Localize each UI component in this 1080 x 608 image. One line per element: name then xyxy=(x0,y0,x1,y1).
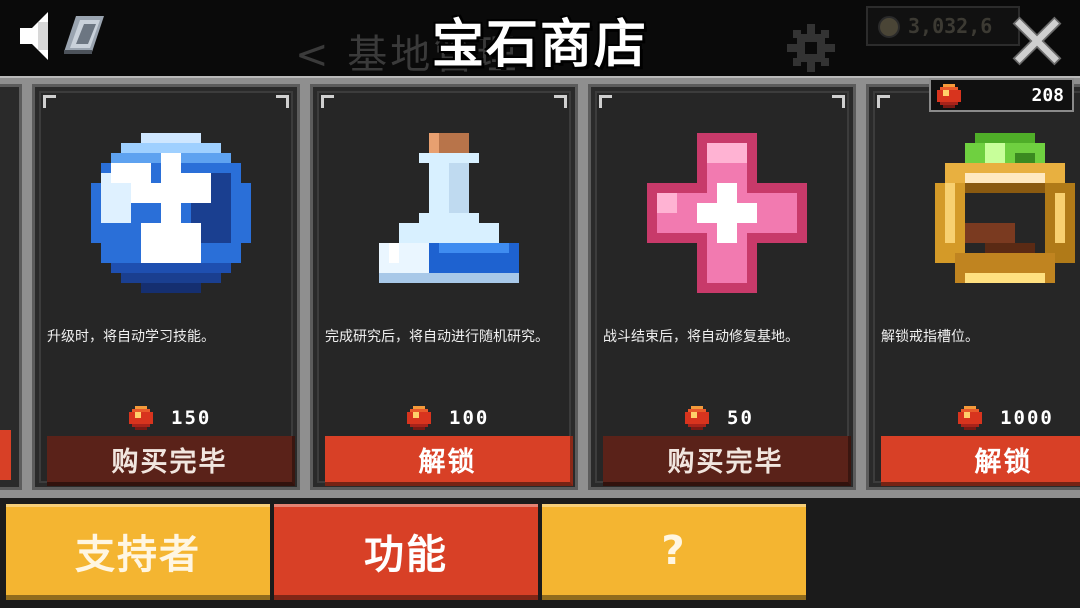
item-price: 50 xyxy=(727,407,754,429)
tab-features[interactable]: 功能 xyxy=(274,504,538,600)
header-bar: < 基地管理 3,032,6 宝石商店 xyxy=(0,0,1080,78)
card-corner-ornament xyxy=(832,95,845,108)
card-corner-ornament xyxy=(554,95,567,108)
card-corner-ornament xyxy=(43,95,56,108)
purchased-button[interactable]: 购买完毕 xyxy=(603,436,851,486)
item-price: 150 xyxy=(171,407,212,429)
shop-panel: 升级时，将自动学习技能。 150 购买完毕 完成研究后，将自动进行随机研究。 1… xyxy=(0,76,1080,500)
unlock-button[interactable]: 解锁 xyxy=(325,436,573,486)
gem-icon xyxy=(407,406,431,430)
gem-balance: 208 xyxy=(929,78,1074,112)
card-corner-ornament xyxy=(276,95,289,108)
card-body: 解锁戒指槽位。 1000 解锁 xyxy=(873,91,1080,486)
item-price: 1000 xyxy=(1000,407,1054,429)
price-row: 100 xyxy=(319,405,581,431)
purchased-button[interactable]: 购买完毕 xyxy=(47,436,295,486)
gem-icon xyxy=(129,406,153,430)
card-corner-ornament xyxy=(321,95,334,108)
page-title: 宝石商店 xyxy=(431,15,648,75)
gem-icon xyxy=(937,84,961,108)
card-body: 完成研究后，将自动进行随机研究。 100 解锁 xyxy=(317,91,573,486)
speaker-icon[interactable] xyxy=(20,10,50,62)
ring-icon xyxy=(935,133,1075,283)
item-description: 完成研究后，将自动进行随机研究。 xyxy=(325,329,549,345)
tab-supporter[interactable]: 支持者 xyxy=(6,504,270,600)
health-cross-icon xyxy=(647,133,807,293)
potion-flask-icon xyxy=(379,133,519,283)
gem-icon xyxy=(958,406,983,430)
previous-card-button-edge[interactable] xyxy=(0,430,11,480)
shop-card-research: 完成研究后，将自动进行随机研究。 100 解锁 xyxy=(310,84,578,490)
price-row: 50 xyxy=(597,405,859,431)
close-icon[interactable] xyxy=(1008,12,1066,70)
shop-card-ring: 解锁戒指槽位。 1000 解锁 xyxy=(866,84,1080,490)
card-corner-ornament xyxy=(877,95,890,108)
card-body: 战斗结束后，将自动修复基地。 50 购买完毕 xyxy=(595,91,851,486)
book-icon[interactable] xyxy=(62,12,108,56)
item-description: 战斗结束后，将自动修复基地。 xyxy=(603,329,799,345)
bottom-tab-bar: 支持者 功能 ? xyxy=(0,498,1080,608)
skill-orb-icon xyxy=(91,133,251,293)
shop-card-repair: 战斗结束后，将自动修复基地。 50 购买完毕 xyxy=(588,84,856,490)
item-description: 升级时，将自动学习技能。 xyxy=(47,329,215,345)
unlock-button[interactable]: 解锁 xyxy=(881,436,1080,486)
gem-balance-value: 208 xyxy=(1031,85,1064,106)
item-description: 解锁戒指槽位。 xyxy=(881,329,979,345)
shop-card-skill: 升级时，将自动学习技能。 150 购买完毕 xyxy=(32,84,300,490)
previous-card-edge[interactable] xyxy=(0,84,22,490)
price-row: 1000 xyxy=(875,405,1080,431)
gem-icon xyxy=(685,406,709,430)
price-row: 150 xyxy=(41,405,303,431)
item-price: 100 xyxy=(449,407,490,429)
tab-help[interactable]: ? xyxy=(542,504,806,600)
card-body: 升级时，将自动学习技能。 150 购买完毕 xyxy=(39,91,295,486)
card-corner-ornament xyxy=(599,95,612,108)
